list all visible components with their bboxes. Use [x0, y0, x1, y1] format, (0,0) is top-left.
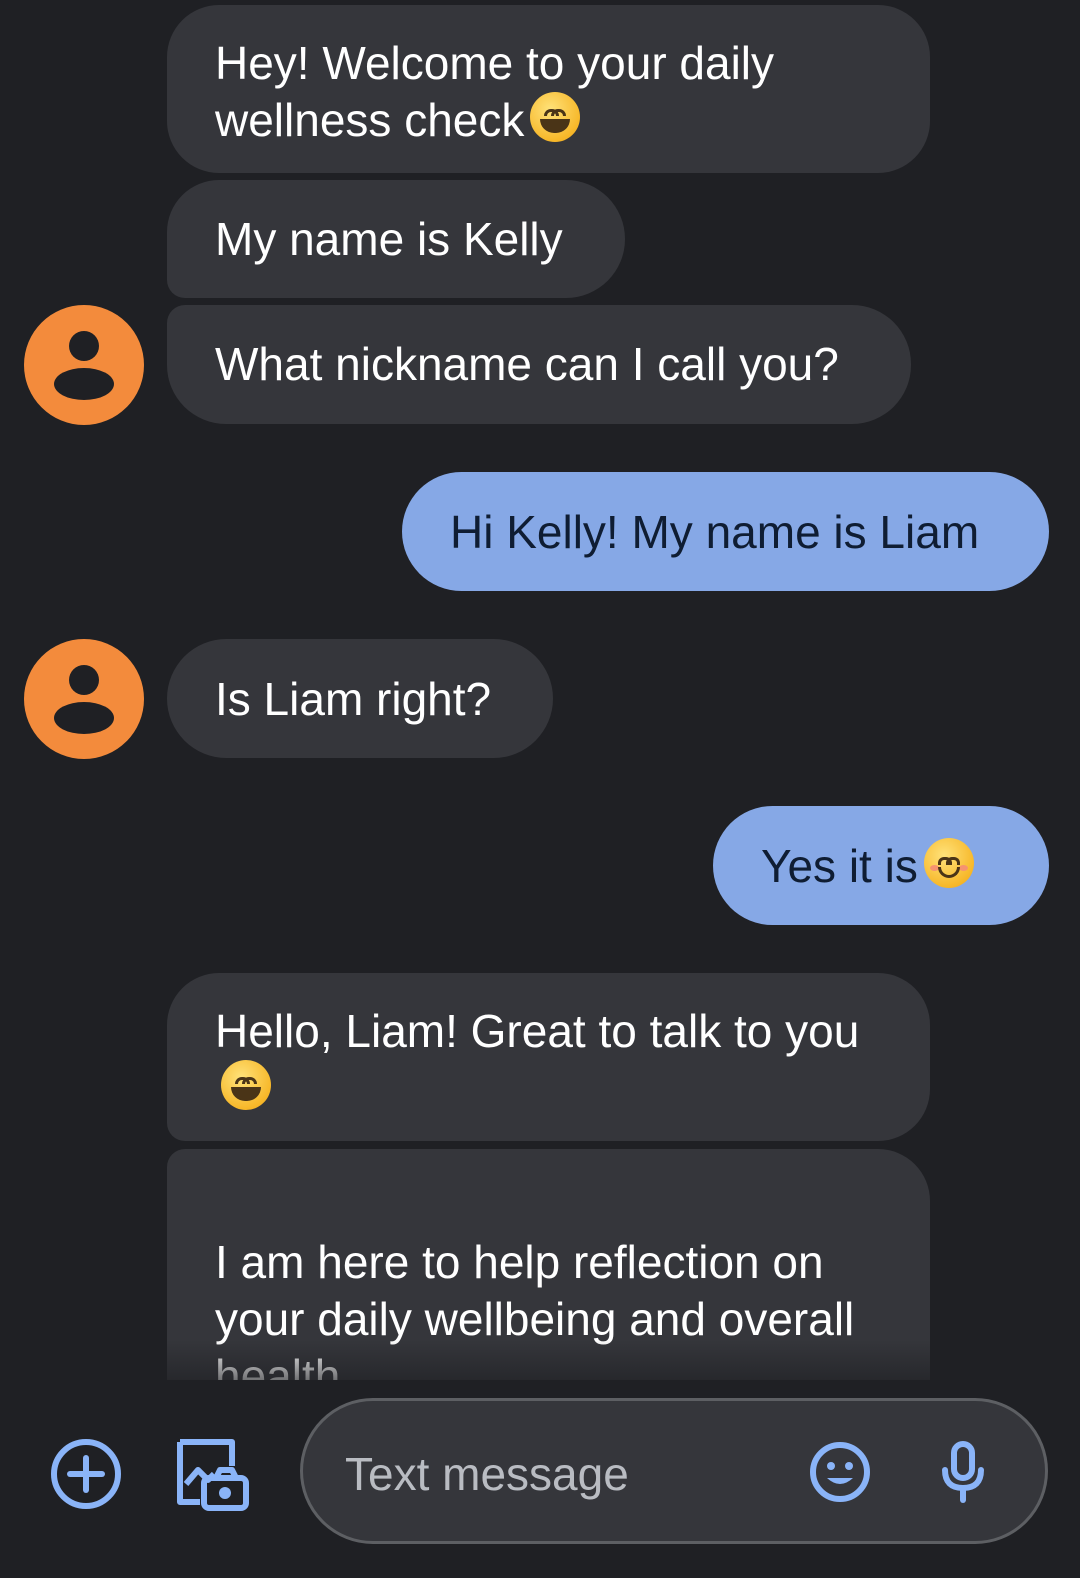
smiling-face-with-smiling-eyes-emoji [923, 838, 974, 888]
message-text: Is Liam right? [215, 673, 492, 725]
message-bubble-outgoing[interactable]: Hi Kelly! My name is Liam [402, 472, 1049, 591]
message-bubble-incoming[interactable]: Hey! Welcome to your daily wellness chec… [167, 5, 930, 173]
message-text: Hey! Welcome to your daily wellness chec… [215, 37, 775, 146]
message-thread[interactable]: Hey! Welcome to your daily wellness chec… [0, 0, 1080, 1380]
message-bubble-incoming[interactable]: I am here to help reflection on your dai… [167, 1149, 930, 1380]
grinning-squinting-face-emoji [221, 1060, 271, 1110]
gallery-camera-icon[interactable] [174, 1436, 250, 1512]
person-icon-head [69, 665, 99, 695]
person-icon-head [69, 331, 99, 361]
person-icon-body [54, 368, 114, 400]
message-text: I am here to help reflection on your dai… [215, 1236, 855, 1380]
message-input-container[interactable] [300, 1398, 1048, 1544]
message-bubble-incoming[interactable]: My name is Kelly [167, 180, 625, 298]
contact-avatar[interactable] [24, 639, 144, 759]
person-icon-body [54, 702, 114, 734]
grinning-face-emoji [530, 92, 581, 142]
message-bubble-outgoing[interactable]: Yes it is [713, 806, 1049, 925]
message-bubble-incoming[interactable]: What nickname can I call you? [167, 305, 911, 424]
microphone-icon[interactable] [933, 1440, 993, 1504]
message-bubble-incoming[interactable]: Hello, Liam! Great to talk to you [167, 973, 930, 1141]
message-text: Yes it is [761, 840, 918, 892]
contact-avatar[interactable] [24, 305, 144, 425]
message-text: What nickname can I call you? [215, 338, 839, 390]
message-bubble-incoming[interactable]: Is Liam right? [167, 639, 553, 758]
message-text: Hello, Liam! Great to talk to you [215, 1005, 860, 1057]
message-text: My name is Kelly [215, 213, 563, 265]
add-circle-icon[interactable] [50, 1438, 122, 1510]
message-input[interactable] [345, 1447, 775, 1501]
emoji-icon[interactable] [808, 1440, 872, 1504]
message-text: Hi Kelly! My name is Liam [450, 506, 980, 558]
